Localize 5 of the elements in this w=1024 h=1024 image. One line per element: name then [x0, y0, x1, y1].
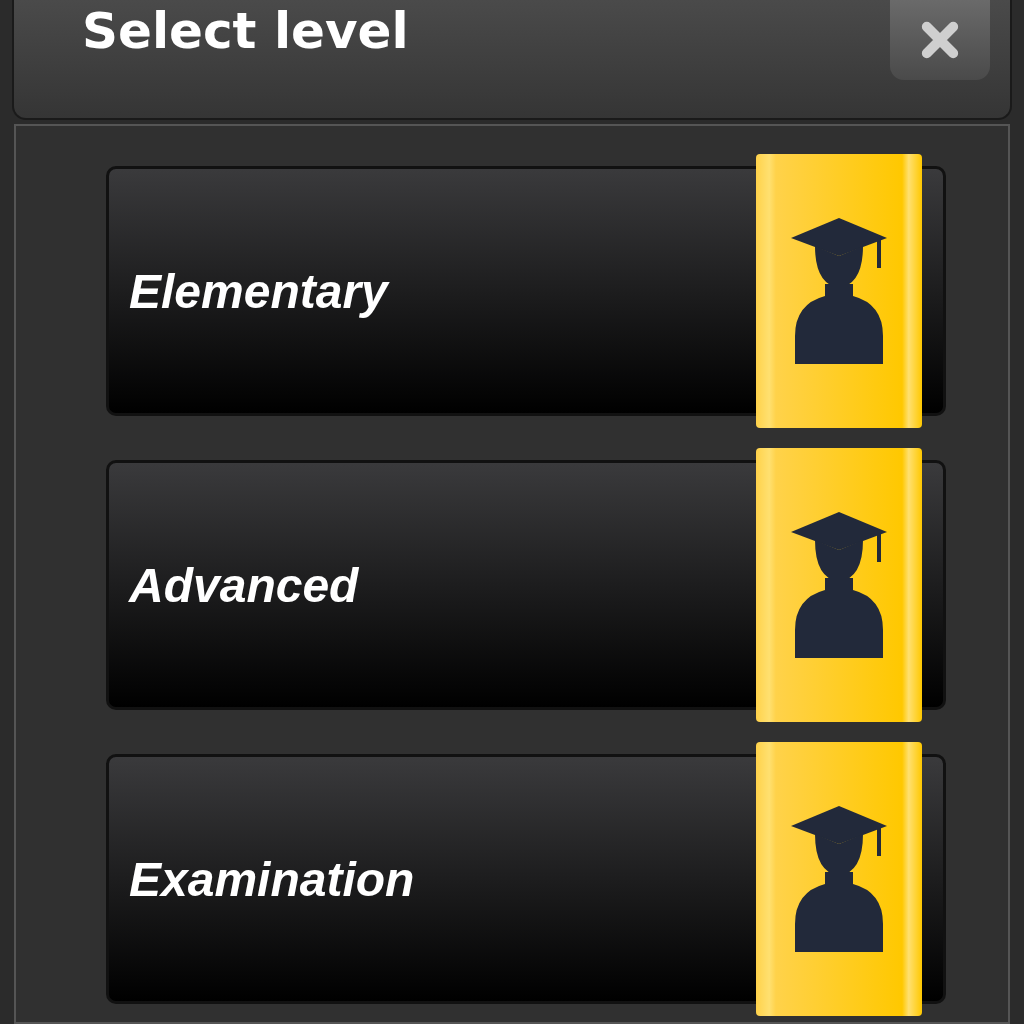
window-title: Select level — [82, 2, 409, 60]
graduate-icon — [789, 804, 889, 954]
graduate-icon — [789, 510, 889, 660]
close-button[interactable] — [890, 0, 990, 80]
graduate-icon — [789, 216, 889, 366]
